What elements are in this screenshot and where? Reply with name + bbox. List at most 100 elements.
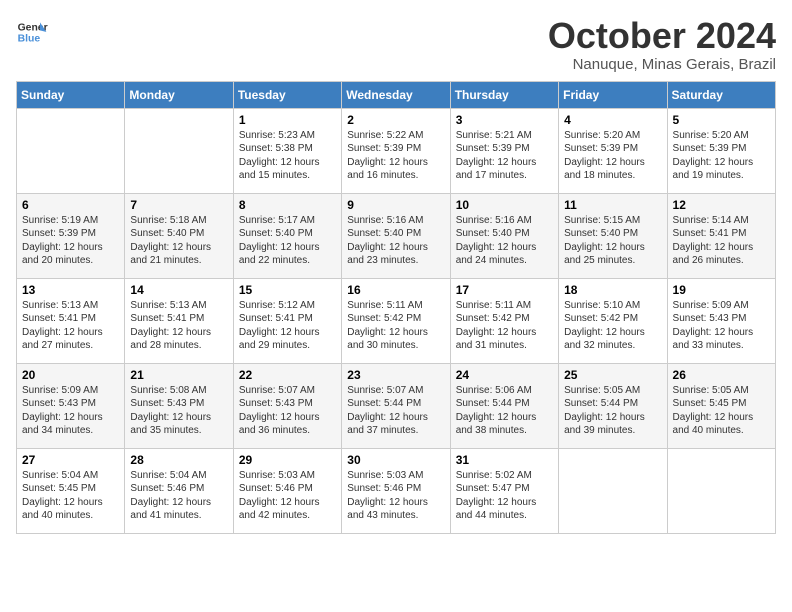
calendar-cell <box>667 448 775 533</box>
calendar-cell: 3 Sunrise: 5:21 AM Sunset: 5:39 PM Daylig… <box>450 108 558 193</box>
weekday-header: Thursday <box>450 81 558 108</box>
calendar-cell <box>125 108 233 193</box>
day-number: 18 <box>564 283 661 297</box>
calendar-cell: 25 Sunrise: 5:05 AM Sunset: 5:44 PM Dayli… <box>559 363 667 448</box>
day-number: 8 <box>239 198 336 212</box>
svg-text:Blue: Blue <box>18 34 41 45</box>
calendar-cell: 23 Sunrise: 5:07 AM Sunset: 5:44 PM Dayli… <box>342 363 450 448</box>
day-number: 12 <box>673 198 770 212</box>
day-number: 3 <box>456 113 553 127</box>
calendar-cell <box>17 108 125 193</box>
day-number: 24 <box>456 368 553 382</box>
day-detail: Sunrise: 5:11 AM Sunset: 5:42 PM Dayligh… <box>456 299 553 353</box>
day-detail: Sunrise: 5:17 AM Sunset: 5:40 PM Dayligh… <box>239 214 336 268</box>
day-number: 23 <box>347 368 444 382</box>
calendar-cell: 31Sunrise: 5:02 AM Sunset: 5:47 PM Dayli… <box>450 448 558 533</box>
day-detail: Sunrise: 5:06 AM Sunset: 5:44 PM Dayligh… <box>456 384 553 438</box>
day-number: 2 <box>347 113 444 127</box>
day-detail: Sunrise: 5:13 AM Sunset: 5:41 PM Dayligh… <box>130 299 227 353</box>
calendar-cell: 10 Sunrise: 5:16 AM Sunset: 5:40 PM Dayli… <box>450 193 558 278</box>
day-detail: Sunrise: 5:10 AM Sunset: 5:42 PM Dayligh… <box>564 299 661 353</box>
day-number: 20 <box>22 368 119 382</box>
calendar-cell: 7Sunrise: 5:18 AM Sunset: 5:40 PM Daylig… <box>125 193 233 278</box>
weekday-header: Monday <box>125 81 233 108</box>
calendar-cell: 16Sunrise: 5:11 AM Sunset: 5:42 PM Dayli… <box>342 278 450 363</box>
day-detail: Sunrise: 5:11 AM Sunset: 5:42 PM Dayligh… <box>347 299 444 353</box>
calendar-cell: 4 Sunrise: 5:20 AM Sunset: 5:39 PM Daylig… <box>559 108 667 193</box>
weekday-header: Tuesday <box>233 81 341 108</box>
calendar-cell: 17 Sunrise: 5:11 AM Sunset: 5:42 PM Dayli… <box>450 278 558 363</box>
calendar-cell: 13 Sunrise: 5:13 AM Sunset: 5:41 PM Dayli… <box>17 278 125 363</box>
calendar-cell: 24 Sunrise: 5:06 AM Sunset: 5:44 PM Dayli… <box>450 363 558 448</box>
day-number: 26 <box>673 368 770 382</box>
month-title: October 2024 <box>548 16 776 56</box>
page-header: General Blue October 2024 Nanuque, Minas… <box>16 16 776 73</box>
day-detail: Sunrise: 5:20 AM Sunset: 5:39 PM Dayligh… <box>564 129 661 183</box>
day-number: 19 <box>673 283 770 297</box>
day-detail: Sunrise: 5:09 AM Sunset: 5:43 PM Dayligh… <box>673 299 770 353</box>
day-number: 22 <box>239 368 336 382</box>
calendar-cell: 22 Sunrise: 5:07 AM Sunset: 5:43 PM Dayli… <box>233 363 341 448</box>
weekday-header: Friday <box>559 81 667 108</box>
day-detail: Sunrise: 5:12 AM Sunset: 5:41 PM Dayligh… <box>239 299 336 353</box>
day-detail: Sunrise: 5:21 AM Sunset: 5:39 PM Dayligh… <box>456 129 553 183</box>
day-detail: Sunrise: 5:03 AM Sunset: 5:46 PM Dayligh… <box>239 469 336 523</box>
day-detail: Sunrise: 5:14 AM Sunset: 5:41 PM Dayligh… <box>673 214 770 268</box>
day-detail: Sunrise: 5:04 AM Sunset: 5:45 PM Dayligh… <box>22 469 119 523</box>
day-number: 21 <box>130 368 227 382</box>
calendar-cell <box>559 448 667 533</box>
day-number: 25 <box>564 368 661 382</box>
calendar-week-row: 6 Sunrise: 5:19 AM Sunset: 5:39 PM Daylig… <box>17 193 776 278</box>
calendar-cell: 19 Sunrise: 5:09 AM Sunset: 5:43 PM Dayli… <box>667 278 775 363</box>
calendar-week-row: 27 Sunrise: 5:04 AM Sunset: 5:45 PM Dayli… <box>17 448 776 533</box>
title-block: October 2024 Nanuque, Minas Gerais, Braz… <box>548 16 776 73</box>
calendar-cell: 5Sunrise: 5:20 AM Sunset: 5:39 PM Daylig… <box>667 108 775 193</box>
day-detail: Sunrise: 5:04 AM Sunset: 5:46 PM Dayligh… <box>130 469 227 523</box>
calendar-week-row: 13 Sunrise: 5:13 AM Sunset: 5:41 PM Dayli… <box>17 278 776 363</box>
weekday-header: Sunday <box>17 81 125 108</box>
day-number: 17 <box>456 283 553 297</box>
day-detail: Sunrise: 5:16 AM Sunset: 5:40 PM Dayligh… <box>347 214 444 268</box>
day-number: 28 <box>130 453 227 467</box>
day-number: 7 <box>130 198 227 212</box>
weekday-header-row: SundayMondayTuesdayWednesdayThursdayFrid… <box>17 81 776 108</box>
day-detail: Sunrise: 5:16 AM Sunset: 5:40 PM Dayligh… <box>456 214 553 268</box>
day-detail: Sunrise: 5:07 AM Sunset: 5:43 PM Dayligh… <box>239 384 336 438</box>
calendar-cell: 6 Sunrise: 5:19 AM Sunset: 5:39 PM Daylig… <box>17 193 125 278</box>
day-number: 30 <box>347 453 444 467</box>
calendar-cell: 18 Sunrise: 5:10 AM Sunset: 5:42 PM Dayli… <box>559 278 667 363</box>
weekday-header: Wednesday <box>342 81 450 108</box>
calendar-cell: 28 Sunrise: 5:04 AM Sunset: 5:46 PM Dayli… <box>125 448 233 533</box>
day-number: 10 <box>456 198 553 212</box>
calendar-cell: 15Sunrise: 5:12 AM Sunset: 5:41 PM Dayli… <box>233 278 341 363</box>
calendar-cell: 9 Sunrise: 5:16 AM Sunset: 5:40 PM Daylig… <box>342 193 450 278</box>
day-detail: Sunrise: 5:05 AM Sunset: 5:44 PM Dayligh… <box>564 384 661 438</box>
day-detail: Sunrise: 5:22 AM Sunset: 5:39 PM Dayligh… <box>347 129 444 183</box>
location: Nanuque, Minas Gerais, Brazil <box>548 56 776 73</box>
calendar-table: SundayMondayTuesdayWednesdayThursdayFrid… <box>16 81 776 534</box>
day-number: 14 <box>130 283 227 297</box>
day-number: 13 <box>22 283 119 297</box>
calendar-cell: 26Sunrise: 5:05 AM Sunset: 5:45 PM Dayli… <box>667 363 775 448</box>
logo: General Blue <box>16 16 48 48</box>
calendar-week-row: 1 Sunrise: 5:23 AM Sunset: 5:38 PM Daylig… <box>17 108 776 193</box>
day-number: 4 <box>564 113 661 127</box>
day-number: 9 <box>347 198 444 212</box>
calendar-cell: 2 Sunrise: 5:22 AM Sunset: 5:39 PM Daylig… <box>342 108 450 193</box>
calendar-cell: 1 Sunrise: 5:23 AM Sunset: 5:38 PM Daylig… <box>233 108 341 193</box>
day-number: 27 <box>22 453 119 467</box>
day-detail: Sunrise: 5:23 AM Sunset: 5:38 PM Dayligh… <box>239 129 336 183</box>
day-number: 1 <box>239 113 336 127</box>
day-detail: Sunrise: 5:19 AM Sunset: 5:39 PM Dayligh… <box>22 214 119 268</box>
weekday-header: Saturday <box>667 81 775 108</box>
calendar-cell: 11Sunrise: 5:15 AM Sunset: 5:40 PM Dayli… <box>559 193 667 278</box>
calendar-cell: 20 Sunrise: 5:09 AM Sunset: 5:43 PM Dayli… <box>17 363 125 448</box>
day-number: 6 <box>22 198 119 212</box>
calendar-cell: 12 Sunrise: 5:14 AM Sunset: 5:41 PM Dayli… <box>667 193 775 278</box>
day-detail: Sunrise: 5:13 AM Sunset: 5:41 PM Dayligh… <box>22 299 119 353</box>
day-detail: Sunrise: 5:09 AM Sunset: 5:43 PM Dayligh… <box>22 384 119 438</box>
day-number: 11 <box>564 198 661 212</box>
calendar-cell: 8 Sunrise: 5:17 AM Sunset: 5:40 PM Daylig… <box>233 193 341 278</box>
day-detail: Sunrise: 5:07 AM Sunset: 5:44 PM Dayligh… <box>347 384 444 438</box>
calendar-cell: 29Sunrise: 5:03 AM Sunset: 5:46 PM Dayli… <box>233 448 341 533</box>
